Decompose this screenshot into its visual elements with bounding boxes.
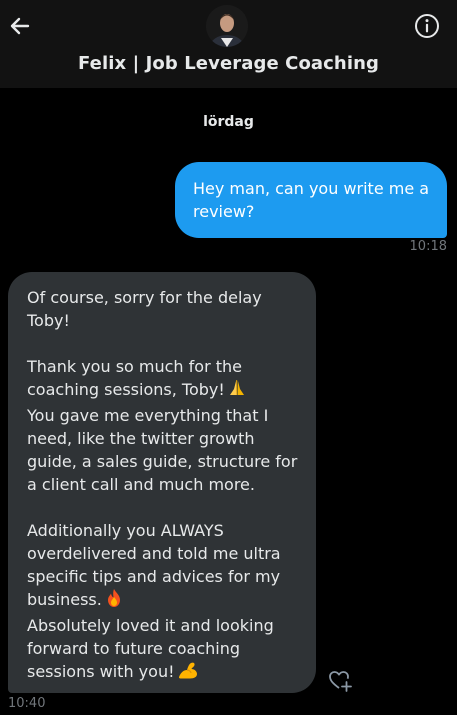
arrow-left-icon: [10, 17, 30, 35]
message-line: Toby!: [27, 311, 70, 330]
message-line: specific tips and advices for my: [27, 567, 281, 586]
heart-plus-icon: [329, 671, 352, 692]
outgoing-message-bubble[interactable]: Hey man, can you write me a review?: [175, 162, 447, 238]
message-line: overdelivered and told me ultra: [27, 544, 281, 563]
folded-hands-emoji: [227, 378, 247, 404]
message-paragraph: Additionally you ALWAYS overdelivered an…: [27, 519, 302, 686]
message-text: coaching sessions, Toby!: [27, 380, 225, 399]
message-line: forward to future coaching: [27, 639, 240, 658]
message-line: Thank you so much for the: [27, 357, 242, 376]
conversation-header: Felix | Job Leverage Coaching: [0, 0, 457, 88]
info-circle-icon: [415, 14, 439, 38]
message-line: Hey man, can you write me a: [193, 179, 430, 198]
profile-photo: [206, 5, 248, 47]
message-line-with-emoji: coaching sessions, Toby!: [27, 378, 302, 404]
message-line: Additionally you ALWAYS: [27, 521, 224, 540]
message-line: You gave me everything that I: [27, 406, 269, 425]
info-button[interactable]: [413, 12, 441, 40]
message-paragraph: Of course, sorry for the delay Toby!: [27, 286, 302, 332]
conversation-title[interactable]: Felix | Job Leverage Coaching: [0, 53, 457, 74]
message-line: guide, a sales guide, structure for: [27, 452, 298, 471]
flexed-biceps-emoji: [177, 660, 199, 686]
day-separator: lördag: [203, 114, 254, 130]
message-line: Absolutely loved it and looking: [27, 616, 274, 635]
message-line-with-emoji: sessions with you!: [27, 660, 302, 686]
message-line: Of course, sorry for the delay: [27, 288, 262, 307]
message-text: sessions with you!: [27, 662, 175, 681]
message-timestamp: 10:18: [409, 239, 447, 254]
avatar[interactable]: [206, 5, 248, 47]
message-timestamp: 10:40: [8, 696, 46, 711]
back-button[interactable]: [6, 12, 34, 40]
add-reaction-button[interactable]: [327, 667, 353, 693]
message-line-with-emoji: business.: [27, 588, 302, 614]
fire-emoji: [104, 588, 124, 614]
message-line: need, like the twitter growth: [27, 429, 255, 448]
message-line: review?: [193, 202, 255, 221]
message-paragraph: Thank you so much for the coaching sessi…: [27, 355, 302, 496]
message-text: business.: [27, 590, 102, 609]
message-line: a client call and much more.: [27, 475, 255, 494]
incoming-message-bubble[interactable]: Of course, sorry for the delay Toby! Tha…: [8, 272, 316, 693]
